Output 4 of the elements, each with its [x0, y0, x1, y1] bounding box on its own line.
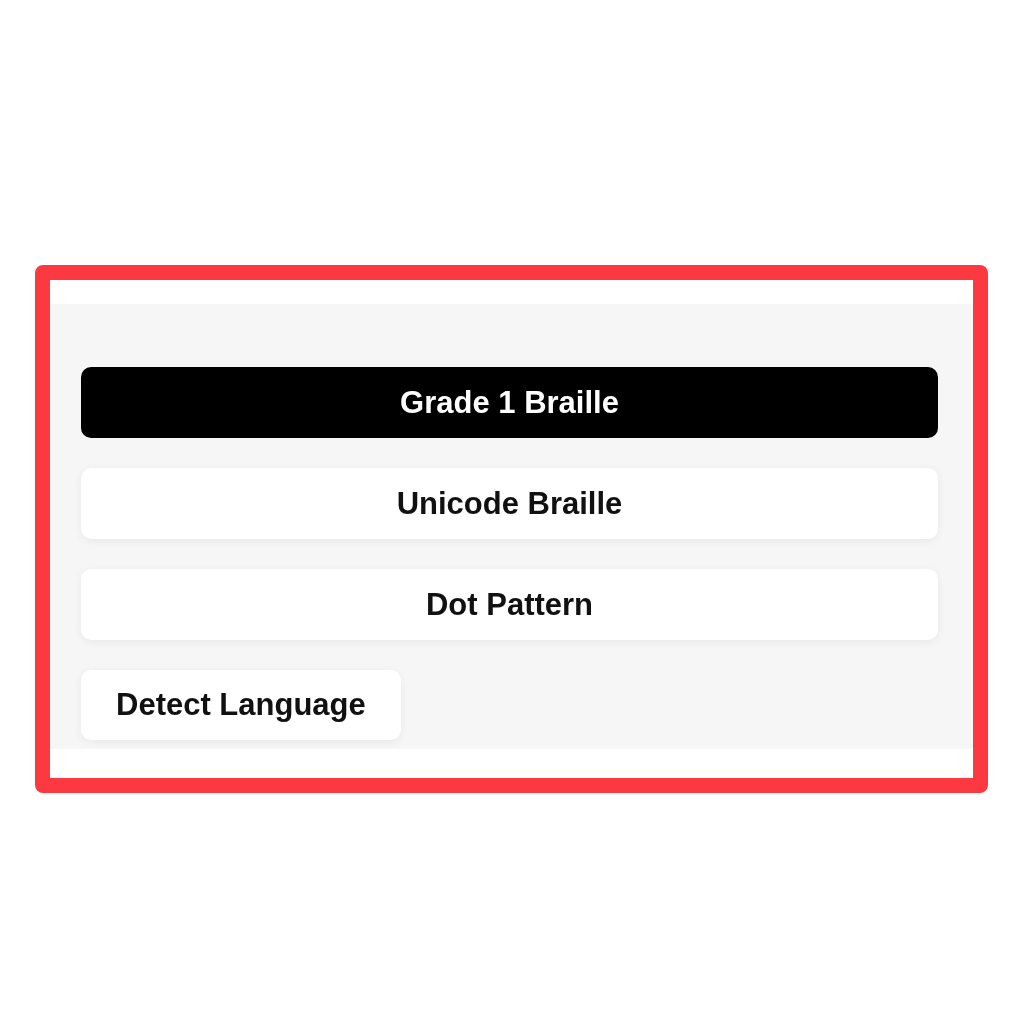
- format-option-button[interactable]: Dot Pattern: [81, 569, 938, 640]
- detect-language-button[interactable]: Detect Language: [81, 670, 401, 740]
- format-option-button[interactable]: Grade 1 Braille: [81, 367, 938, 438]
- format-option-button[interactable]: Unicode Braille: [81, 468, 938, 539]
